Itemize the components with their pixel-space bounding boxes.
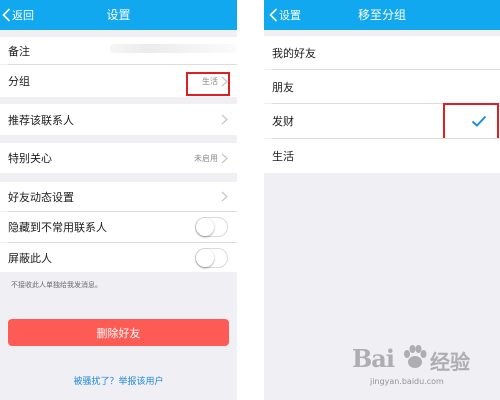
block-contact-toggle[interactable] bbox=[195, 248, 228, 268]
move-group-nav-bar: 设置 移至分组 bbox=[264, 0, 500, 30]
special-care-value: 未启用 bbox=[194, 153, 218, 163]
remark-value-blurred bbox=[110, 44, 237, 53]
block-hint-text: 不接收此人单独给我发消息。 bbox=[11, 281, 102, 289]
toggle-knob bbox=[196, 249, 214, 267]
group-option-label: 朋友 bbox=[272, 80, 294, 94]
hide-contact-label: 隐藏到不常用联系人 bbox=[8, 221, 107, 234]
special-care-row[interactable]: 特别关心 未启用 bbox=[0, 143, 237, 173]
block-contact-row: 屏蔽此人 bbox=[0, 243, 237, 272]
chevron-right-icon bbox=[221, 114, 228, 125]
page-title: 移至分组 bbox=[357, 8, 406, 22]
group-option-row-selected[interactable]: 发财 bbox=[264, 104, 500, 138]
settings-panel: 返回 设置 备注 分组 生活 推荐该联系人 特别关心 未启用 好友动态设置 隐藏… bbox=[0, 0, 237, 400]
group-option-row[interactable]: 我的好友 bbox=[264, 36, 500, 69]
settings-nav-bar: 返回 设置 bbox=[0, 0, 237, 30]
group-option-row[interactable]: 朋友 bbox=[264, 70, 500, 103]
remark-label: 备注 bbox=[8, 44, 30, 58]
recommend-contact-row[interactable]: 推荐该联系人 bbox=[0, 104, 237, 135]
special-care-label: 特别关心 bbox=[8, 152, 52, 165]
toggle-knob bbox=[196, 218, 214, 236]
group-value: 生活 bbox=[202, 76, 218, 86]
friend-feed-settings-label: 好友动态设置 bbox=[8, 190, 74, 204]
recommend-contact-label: 推荐该联系人 bbox=[8, 113, 74, 127]
move-to-group-panel: 设置 移至分组 我的好友 朋友 发财 生活 bbox=[264, 0, 500, 400]
chevron-right-icon bbox=[221, 76, 228, 86]
page-title: 设置 bbox=[106, 8, 131, 22]
hide-contact-toggle[interactable] bbox=[195, 217, 228, 237]
block-contact-label: 屏蔽此人 bbox=[8, 251, 52, 265]
group-option-row[interactable]: 生活 bbox=[264, 139, 500, 173]
group-option-label: 发财 bbox=[272, 115, 294, 128]
chevron-right-icon bbox=[221, 191, 228, 202]
checkmark-icon bbox=[471, 115, 487, 127]
group-option-label: 我的好友 bbox=[272, 46, 316, 60]
chevron-right-icon bbox=[221, 153, 228, 163]
group-label: 分组 bbox=[8, 75, 30, 88]
friend-feed-settings-row[interactable]: 好友动态设置 bbox=[0, 182, 237, 211]
delete-friend-button[interactable]: 删除好友 bbox=[8, 319, 229, 346]
hide-contact-row: 隐藏到不常用联系人 bbox=[0, 212, 237, 242]
group-row[interactable]: 分组 生活 bbox=[0, 65, 237, 97]
report-user-link[interactable]: 被骚扰了？举报该用户 bbox=[0, 374, 237, 387]
group-option-label: 生活 bbox=[272, 150, 294, 163]
